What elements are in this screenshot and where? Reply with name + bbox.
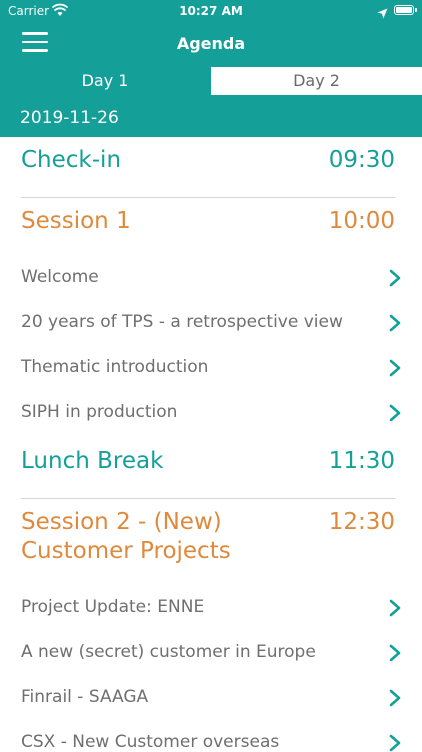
session-time: 10:00 xyxy=(328,208,395,234)
item-title: Finrail - SAAGA xyxy=(21,687,149,707)
day-tabs: Day 1 Day 2 xyxy=(0,66,422,96)
session-time: 12:30 xyxy=(328,509,395,535)
item-title: CSX - New Customer overseas xyxy=(21,732,280,752)
item-title: 20 years of TPS - a retrospective view xyxy=(21,312,343,332)
status-bar: Carrier 10:27 AM xyxy=(0,0,422,22)
entry-title: Lunch Break xyxy=(21,448,164,474)
location-arrow-icon xyxy=(377,4,388,23)
session-title: Session 1 xyxy=(21,208,131,234)
chevron-right-icon xyxy=(389,404,401,422)
entry-time: 11:30 xyxy=(328,448,395,474)
item-title: SIPH in production xyxy=(21,402,178,422)
date-header: 2019-11-26 xyxy=(0,96,422,137)
session-title-line-1: Session 2 - (New) xyxy=(21,509,222,535)
chevron-right-icon xyxy=(389,269,401,287)
item-title: Welcome xyxy=(21,267,99,287)
chevron-right-icon xyxy=(389,599,401,617)
entry-time: 09:30 xyxy=(328,147,395,173)
nav-bar: Agenda xyxy=(0,22,422,66)
chevron-right-icon xyxy=(389,314,401,332)
chevron-right-icon xyxy=(389,644,401,662)
chevron-right-icon xyxy=(389,689,401,707)
session-title-line-2: Customer Projects xyxy=(21,538,231,564)
battery-icon xyxy=(394,5,417,15)
clock: 10:27 AM xyxy=(179,4,243,18)
item-title: Project Update: ENNE xyxy=(21,597,205,617)
divider xyxy=(21,197,396,198)
chevron-right-icon xyxy=(389,359,401,377)
entry-title: Check-in xyxy=(21,147,122,173)
tab-day-2[interactable]: Day 2 xyxy=(211,67,422,95)
item-title: Thematic introduction xyxy=(21,357,209,377)
tab-day-1[interactable]: Day 1 xyxy=(0,66,210,96)
item-title: A new (secret) customer in Europe xyxy=(21,642,316,662)
divider xyxy=(21,498,396,499)
chevron-right-icon xyxy=(389,734,401,752)
page-title: Agenda xyxy=(176,34,246,53)
date-label: 2019-11-26 xyxy=(20,108,119,128)
